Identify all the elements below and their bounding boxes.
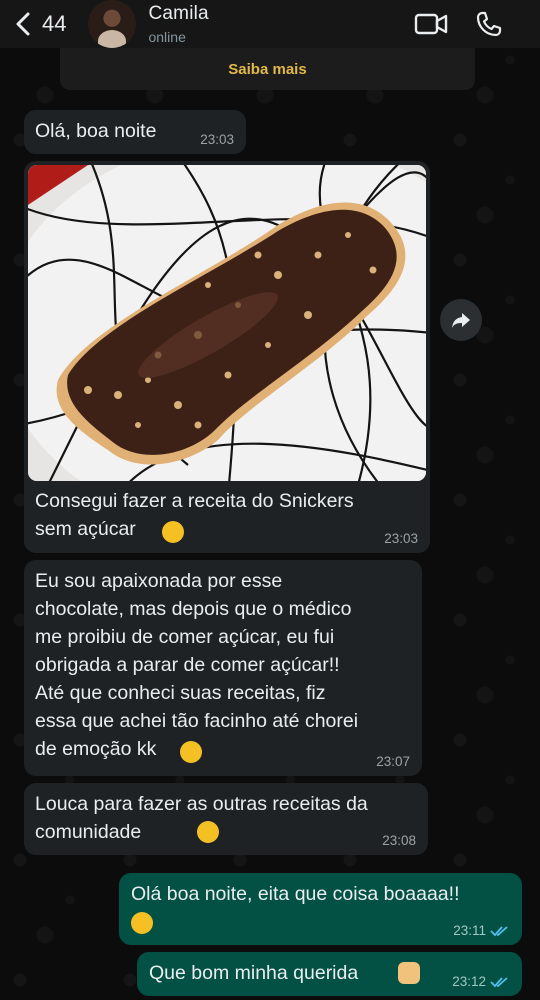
- contact-status: online: [148, 29, 186, 45]
- contact-info[interactable]: Camila online: [148, 3, 208, 45]
- face-with-hand-over-mouth-emoji: [197, 821, 219, 843]
- raising-hands-emoji: [398, 962, 420, 984]
- voice-call-icon[interactable]: [476, 11, 502, 37]
- message-meta: 23:12: [452, 974, 510, 990]
- chevron-left-icon: [16, 12, 30, 36]
- message-bubble-outgoing[interactable]: Olá boa noite, eita que coisa boaaaa!! 2…: [119, 873, 522, 945]
- message-text: Olá boa noite, eita que coisa boaaaa!!: [131, 883, 460, 905]
- message-time: 23:12: [452, 974, 486, 989]
- unread-count: 44: [42, 11, 67, 36]
- message-time: 23:03: [384, 531, 418, 546]
- message-time: 23:11: [453, 923, 486, 938]
- message-text: Olá, boa noite: [35, 120, 157, 142]
- read-ticks-icon: [490, 977, 508, 988]
- video-call-icon[interactable]: [414, 11, 448, 37]
- message-text: Que bom minha querida: [149, 962, 359, 984]
- message-text: Eu sou apaixonada por esse chocolate, ma…: [35, 570, 359, 760]
- message-meta: 23:11: [453, 923, 510, 939]
- message-time: 23:03: [200, 132, 234, 147]
- star-struck-emoji: [162, 521, 184, 543]
- avatar[interactable]: [88, 0, 137, 48]
- message-bubble-outgoing[interactable]: Que bom minha querida 23:12: [137, 952, 522, 996]
- message-text: Consegui fazer a receita do Snickers sem…: [35, 490, 354, 540]
- message-time: 23:08: [382, 833, 416, 848]
- message-time: 23:07: [376, 754, 410, 769]
- message-bubble-incoming[interactable]: Eu sou apaixonada por esse chocolate, ma…: [24, 560, 422, 776]
- chocolate-peanut-bar-photo[interactable]: [28, 165, 426, 481]
- back-button[interactable]: 44: [0, 0, 66, 48]
- chat-header: 44 Camila online: [0, 0, 540, 48]
- contact-name: Camila: [148, 3, 209, 24]
- message-bubble-incoming[interactable]: Olá, boa noite 23:03: [24, 110, 246, 154]
- message-bubble-incoming-photo[interactable]: Consegui fazer a receita do Snickers sem…: [24, 161, 430, 553]
- forward-button[interactable]: [440, 299, 482, 341]
- message-bubble-incoming[interactable]: Louca para fazer as outras receitas da c…: [24, 783, 428, 855]
- learn-more-link[interactable]: Saiba mais: [228, 61, 306, 78]
- read-ticks-icon: [490, 926, 508, 937]
- info-banner: Saiba mais: [60, 48, 475, 90]
- forward-arrow-icon: [452, 313, 470, 328]
- smiling-face-with-hearts-emoji: [180, 741, 202, 763]
- relieved-face-emoji: [131, 912, 153, 934]
